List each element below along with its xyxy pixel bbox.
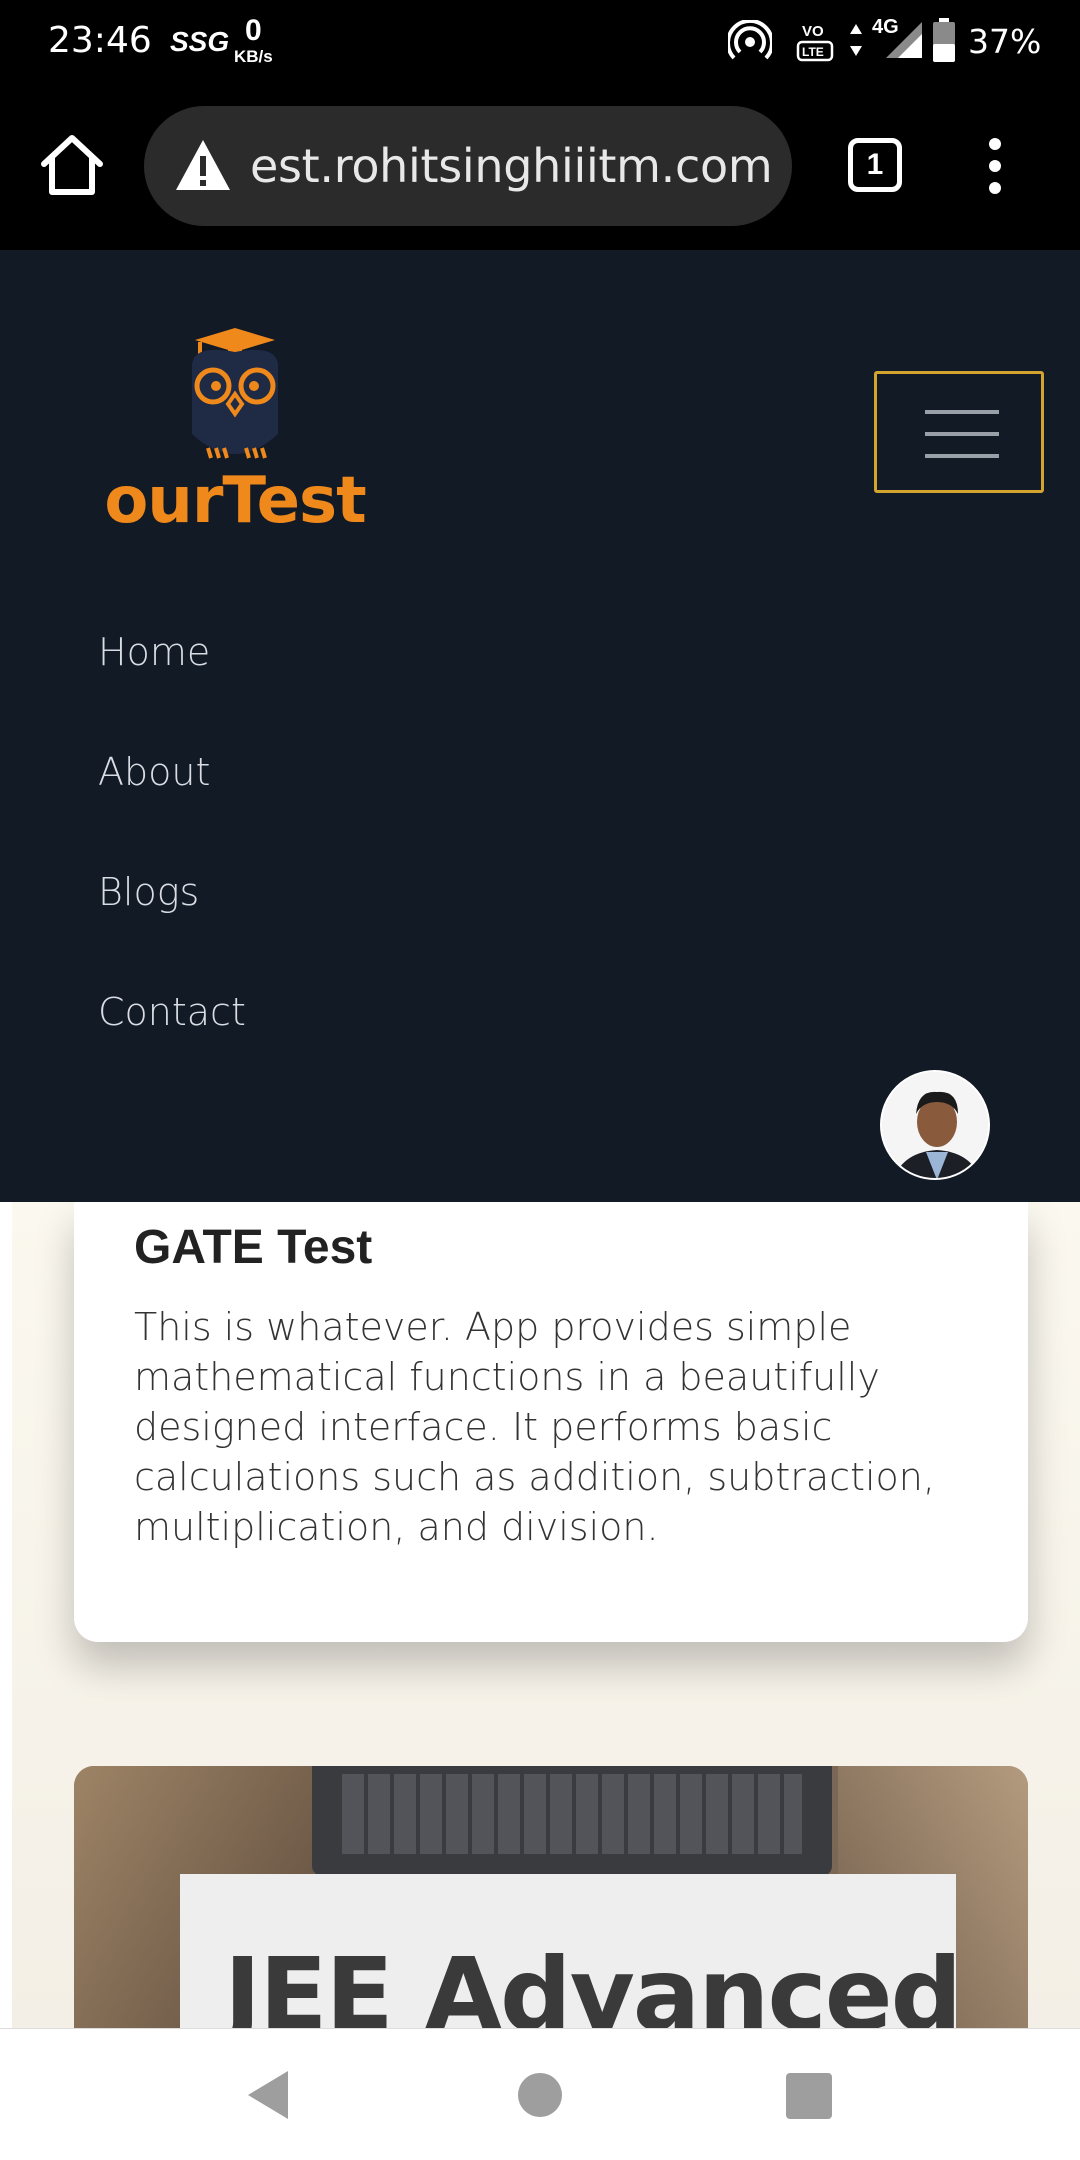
site-logo[interactable]: ourTest xyxy=(100,324,370,544)
laptop-image xyxy=(312,1766,832,1876)
warning-triangle-icon[interactable] xyxy=(174,138,232,192)
address-bar[interactable]: est.rohitsinghiiitm.com xyxy=(144,106,792,226)
svg-text:LTE: LTE xyxy=(802,45,824,59)
person-avatar-icon xyxy=(882,1072,988,1178)
test-card-image[interactable]: JEE Advanced xyxy=(74,1766,1028,2028)
recents-icon[interactable] xyxy=(786,2073,832,2119)
svg-text:VO: VO xyxy=(802,23,824,40)
content-area: GATE Test This is whatever. App provides… xyxy=(0,1202,1080,2028)
site-header: ourTest Home About Blogs Contact xyxy=(0,250,1080,1202)
status-time: 23:46 xyxy=(48,20,152,61)
overflow-menu-icon[interactable] xyxy=(980,138,1010,198)
chat-avatar[interactable] xyxy=(880,1070,990,1180)
network-speed-value: 0 xyxy=(245,14,262,47)
battery-percent: 37% xyxy=(968,22,1042,61)
system-home-icon[interactable] xyxy=(518,2073,562,2117)
network-speed-unit: KB/s xyxy=(234,47,273,66)
status-bar: 23:46 SSG 0 KB/s VO LTE 4G 37% xyxy=(0,0,1080,84)
nav-item-contact[interactable]: Contact xyxy=(98,990,246,1034)
hamburger-menu-button[interactable] xyxy=(874,371,1044,493)
nav-item-blogs[interactable]: Blogs xyxy=(98,870,199,914)
logo-text: ourTest xyxy=(104,464,366,538)
nav-item-about[interactable]: About xyxy=(98,750,210,794)
network-speed: 0 KB/s xyxy=(234,14,273,66)
carrier-badge: SSG xyxy=(170,26,230,57)
battery-icon xyxy=(933,18,955,62)
system-navigation-bar xyxy=(0,2028,1080,2160)
signal-icon xyxy=(886,22,922,58)
card-title: GATE Test xyxy=(134,1221,373,1274)
volte-icon: VO LTE xyxy=(796,23,834,62)
home-icon[interactable] xyxy=(38,132,106,200)
owl-logo-icon xyxy=(192,328,278,459)
url-text[interactable]: est.rohitsinghiiitm.com xyxy=(250,139,773,193)
browser-toolbar: est.rohitsinghiiitm.com 1 xyxy=(0,84,1080,250)
back-icon[interactable] xyxy=(244,2069,292,2121)
tab-switcher-button[interactable]: 1 xyxy=(848,138,902,192)
data-arrows-icon xyxy=(850,24,862,56)
nav-item-home[interactable]: Home xyxy=(98,630,210,674)
hotspot-icon xyxy=(728,20,772,60)
image-card-title: JEE Advanced xyxy=(224,1936,962,2028)
test-card[interactable]: GATE Test This is whatever. App provides… xyxy=(74,1202,1028,1642)
card-description: This is whatever. App provides simple ma… xyxy=(134,1305,935,1549)
